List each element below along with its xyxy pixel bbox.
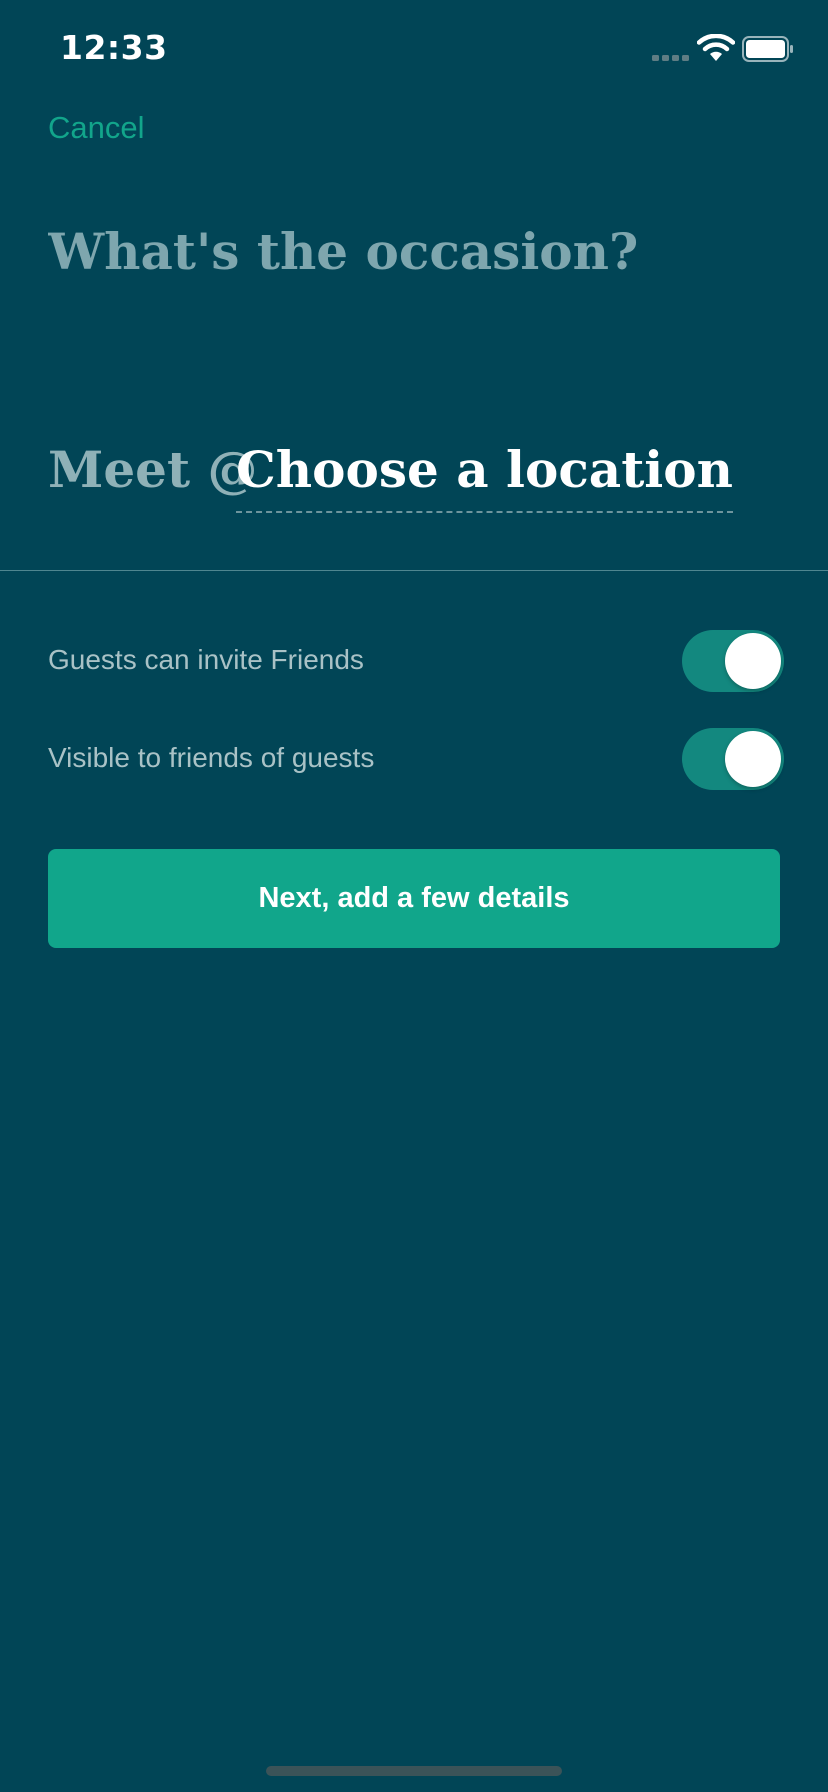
toggle-knob <box>725 633 781 689</box>
guests-invite-setting: Guests can invite Friends <box>48 630 784 692</box>
location-picker[interactable]: Choose a location <box>236 440 733 513</box>
home-indicator[interactable] <box>266 1766 562 1776</box>
status-time: 12:33 <box>60 28 168 67</box>
next-details-button[interactable]: Next, add a few details <box>48 849 780 948</box>
meet-label: Meet @ <box>48 440 258 499</box>
guests-invite-label: Guests can invite Friends <box>48 644 364 675</box>
section-divider <box>0 570 828 571</box>
battery-icon <box>742 36 793 62</box>
visible-friends-setting: Visible to friends of guests <box>48 728 784 790</box>
cellular-signal-icon <box>652 55 689 61</box>
visible-friends-label: Visible to friends of guests <box>48 742 375 773</box>
guests-invite-toggle[interactable] <box>682 630 784 692</box>
cancel-button[interactable]: Cancel <box>48 110 145 146</box>
toggle-knob <box>725 731 781 787</box>
status-bar: 12:33 <box>0 0 828 100</box>
visible-friends-toggle[interactable] <box>682 728 784 790</box>
wifi-icon <box>697 34 735 61</box>
occasion-input[interactable] <box>48 222 768 281</box>
